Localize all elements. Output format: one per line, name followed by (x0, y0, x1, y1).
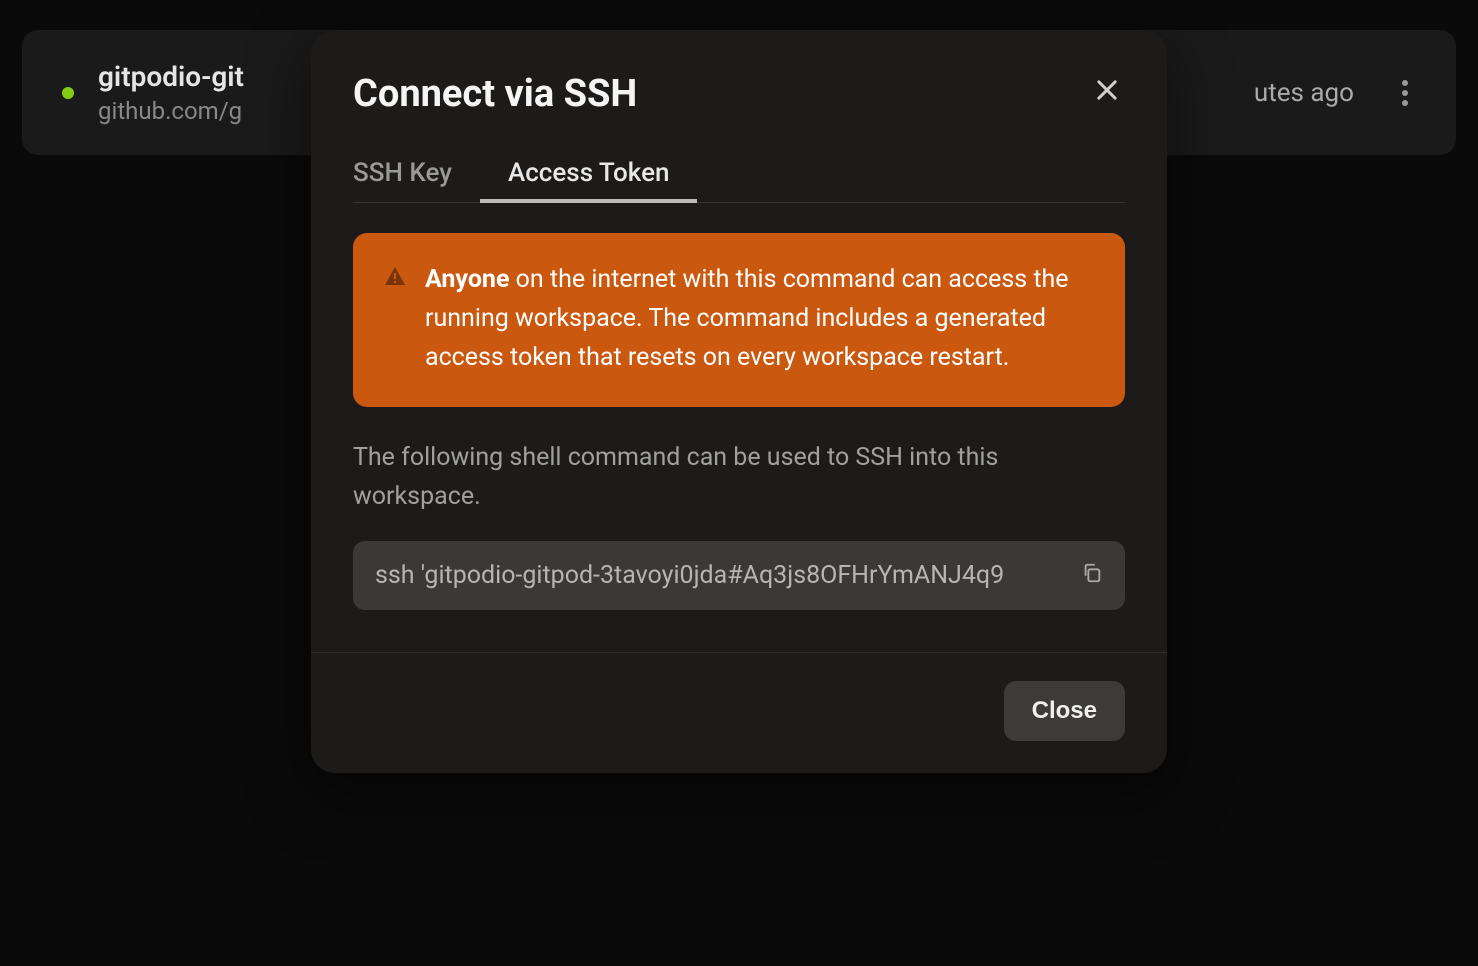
tabs: SSH Key Access Token (353, 144, 1125, 203)
command-box: ssh 'gitpodio-gitpod-3tavoyi0jda#Aq3js8O… (353, 541, 1125, 610)
modal-overlay: Connect via SSH SSH Key Access Token Any… (0, 0, 1478, 966)
warning-icon (383, 265, 407, 377)
modal-header: Connect via SSH (353, 72, 1125, 116)
close-icon[interactable] (1089, 72, 1125, 112)
warning-bold: Anyone (425, 265, 509, 294)
tab-ssh-key[interactable]: SSH Key (353, 144, 480, 202)
close-button[interactable]: Close (1004, 681, 1125, 741)
warning-rest: on the internet with this command can ac… (425, 265, 1069, 372)
modal-title: Connect via SSH (353, 72, 637, 116)
warning-text: Anyone on the internet with this command… (425, 261, 1095, 377)
copy-icon[interactable] (1081, 562, 1103, 588)
description-text: The following shell command can be used … (353, 439, 1125, 517)
connect-ssh-modal: Connect via SSH SSH Key Access Token Any… (311, 30, 1167, 773)
warning-alert: Anyone on the internet with this command… (353, 233, 1125, 407)
modal-footer: Close (311, 652, 1167, 741)
ssh-command-text[interactable]: ssh 'gitpodio-gitpod-3tavoyi0jda#Aq3js8O… (375, 561, 1069, 590)
tab-access-token[interactable]: Access Token (480, 144, 697, 202)
